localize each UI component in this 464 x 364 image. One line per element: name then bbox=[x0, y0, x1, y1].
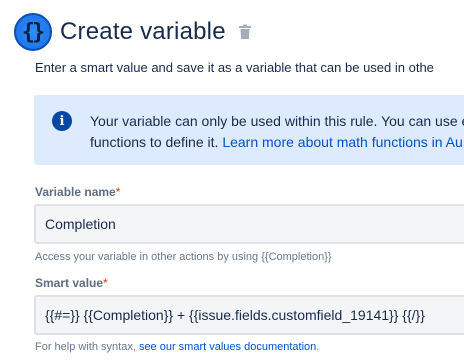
trash-icon[interactable] bbox=[238, 24, 252, 40]
info-banner-text: Your variable can only be used within th… bbox=[90, 111, 464, 153]
variable-name-input[interactable]: Completion bbox=[34, 204, 464, 244]
smart-value-label: Smart value* bbox=[35, 276, 108, 290]
variable-name-help: Access your variable in other actions by… bbox=[35, 251, 332, 263]
smart-value-help: For help with syntax, see our smart valu… bbox=[35, 341, 319, 353]
smart-value-input[interactable]: {{#=}} {{Completion}} + {{issue.fields.c… bbox=[34, 295, 464, 335]
smart-value-help-end: . bbox=[316, 341, 320, 353]
dialog-header: {} Create variable bbox=[14, 10, 252, 54]
info-banner: i Your variable can only be used within … bbox=[34, 95, 464, 165]
info-banner-line1: Your variable can only be used within th… bbox=[90, 113, 464, 129]
smart-value-help-text: For help with syntax, bbox=[35, 341, 139, 353]
variable-braces-icon: {} bbox=[14, 13, 52, 51]
page-title: Create variable bbox=[60, 18, 226, 45]
math-functions-link[interactable]: Learn more about math functions in Au bbox=[222, 134, 462, 150]
info-banner-line2: functions to define it. Learn more about… bbox=[90, 132, 464, 153]
smart-value-label-text: Smart value bbox=[35, 276, 104, 290]
info-banner-line2-text: functions to define it. bbox=[90, 134, 223, 150]
variable-name-label: Variable name* bbox=[35, 185, 120, 199]
required-marker: * bbox=[103, 276, 108, 290]
smart-values-docs-link[interactable]: see our smart values documentation bbox=[139, 341, 316, 353]
variable-name-label-text: Variable name bbox=[35, 185, 116, 199]
info-icon: i bbox=[52, 111, 72, 131]
dialog-description: Enter a smart value and save it as a var… bbox=[35, 60, 434, 75]
required-marker: * bbox=[115, 185, 121, 199]
